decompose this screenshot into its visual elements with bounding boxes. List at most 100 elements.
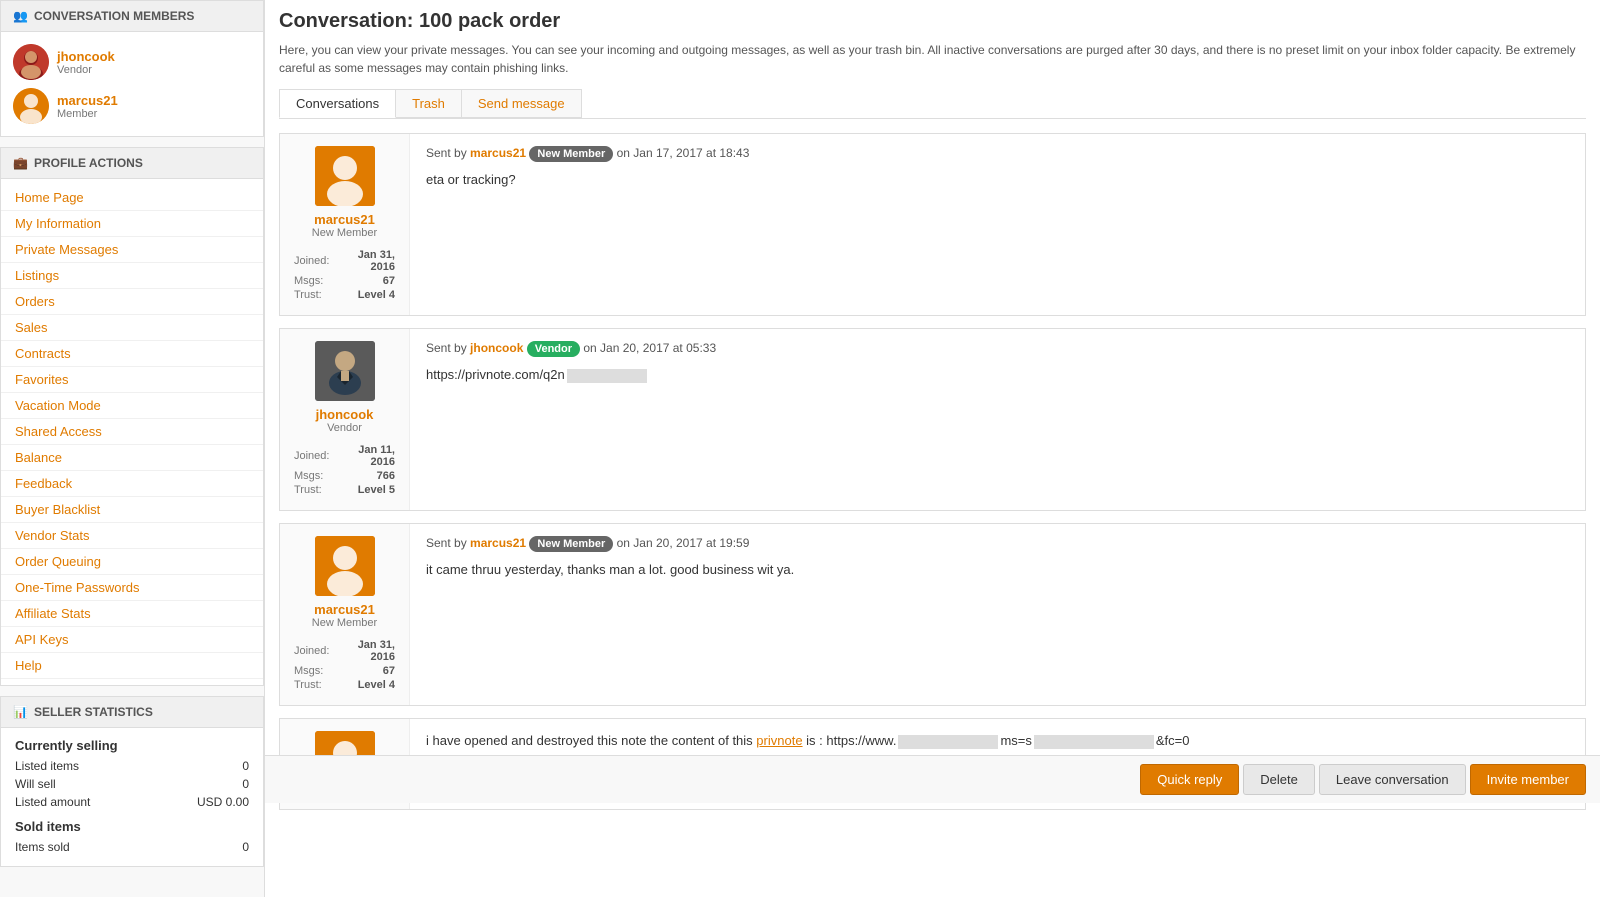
stats-listed-items-value: 0 [242, 759, 249, 773]
redacted-1 [567, 369, 647, 383]
message-header-3: Sent by marcus21 New Member on Jan 20, 2… [426, 536, 1569, 552]
conversation-members-section: 👥 CONVERSATION MEMBERS [0, 0, 264, 137]
member-info-jhoncook: jhoncook Vendor [57, 49, 115, 76]
member-item-jhoncook: jhoncook Vendor [13, 40, 251, 84]
message-text-3: it came thruu yesterday, thanks man a lo… [426, 560, 1569, 580]
delete-button[interactable]: Delete [1243, 764, 1315, 795]
sidebar-item-my-information[interactable]: My Information [1, 211, 263, 237]
member-name-marcus21: marcus21 [57, 93, 118, 108]
tabs: Conversations Trash Send message [279, 89, 1586, 119]
sidebar-item-vacation-mode[interactable]: Vacation Mode [1, 393, 263, 419]
message-header-1: Sent by marcus21 New Member on Jan 17, 2… [426, 146, 1569, 162]
message-body-2: Sent by jhoncook Vendor on Jan 20, 2017 … [410, 329, 1585, 510]
sidebar-item-private-messages[interactable]: Private Messages [1, 237, 263, 263]
msg-meta-3: Joined:Jan 31, 2016 Msgs:67 Trust:Level … [292, 637, 397, 693]
tab-conversations[interactable]: Conversations [279, 89, 396, 118]
badge-vendor-2: Vendor [527, 341, 580, 357]
stats-will-sell: Will sell 0 [15, 775, 249, 793]
sidebar: 👥 CONVERSATION MEMBERS [0, 0, 265, 897]
members-list: jhoncook Vendor marcus21 Member [1, 32, 263, 136]
sidebar-item-contracts[interactable]: Contracts [1, 341, 263, 367]
msg-avatar-marcus21-3 [315, 536, 375, 596]
stats-listed-amount-value: USD 0.00 [197, 795, 249, 809]
msg-role-jhoncook: Vendor [292, 422, 397, 434]
member-role-jhoncook: Vendor [57, 64, 115, 76]
msg-sender-link-1[interactable]: marcus21 [470, 146, 526, 160]
profile-actions-header: 💼 PROFILE ACTIONS [1, 148, 263, 179]
sidebar-item-listings[interactable]: Listings [1, 263, 263, 289]
privnote-link[interactable]: privnote [756, 733, 802, 748]
msg-username-marcus21-1: marcus21 [292, 212, 397, 227]
tab-trash[interactable]: Trash [395, 89, 462, 118]
seller-stats-content: Currently selling Listed items 0 Will se… [1, 728, 263, 866]
sidebar-item-home-page[interactable]: Home Page [1, 185, 263, 211]
message-header-2: Sent by jhoncook Vendor on Jan 20, 2017 … [426, 341, 1569, 357]
msg-meta-2: Joined:Jan 11, 2016 Msgs:766 Trust:Level… [292, 442, 397, 498]
message-text-2: https://privnote.com/q2n [426, 365, 1569, 385]
member-item-marcus21: marcus21 Member [13, 84, 251, 128]
sidebar-item-vendor-stats[interactable]: Vendor Stats [1, 523, 263, 549]
redacted-3 [1034, 735, 1154, 749]
message-card-2: jhoncook Vendor Joined:Jan 11, 2016 Msgs… [279, 328, 1586, 511]
sidebar-item-favorites[interactable]: Favorites [1, 367, 263, 393]
message-text-4: i have opened and destroyed this note th… [426, 731, 1569, 751]
message-card-1: marcus21 New Member Joined:Jan 31, 2016 … [279, 133, 1586, 316]
bottom-actions-bar: Quick reply Delete Leave conversation In… [265, 755, 1600, 803]
msg-avatar-jhoncook [315, 341, 375, 401]
member-name-jhoncook: jhoncook [57, 49, 115, 64]
msg-meta-1: Joined:Jan 31, 2016 Msgs:67 Trust:Level … [292, 247, 397, 303]
message-user-panel-2: jhoncook Vendor Joined:Jan 11, 2016 Msgs… [280, 329, 410, 510]
briefcase-icon: 💼 [13, 156, 28, 170]
sidebar-item-affiliate-stats[interactable]: Affiliate Stats [1, 601, 263, 627]
leave-conversation-button[interactable]: Leave conversation [1319, 764, 1466, 795]
message-body-1: Sent by marcus21 New Member on Jan 17, 2… [410, 134, 1585, 315]
message-card-3: marcus21 New Member Joined:Jan 31, 2016 … [279, 523, 1586, 706]
message-user-panel-3: marcus21 New Member Joined:Jan 31, 2016 … [280, 524, 410, 705]
member-role-marcus21: Member [57, 108, 118, 120]
stats-items-sold-value: 0 [242, 840, 249, 854]
stats-listed-amount: Listed amount USD 0.00 [15, 793, 249, 811]
member-info-marcus21: marcus21 Member [57, 93, 118, 120]
msg-username-marcus21-3: marcus21 [292, 602, 397, 617]
sidebar-item-sales[interactable]: Sales [1, 315, 263, 341]
stats-listed-items-label: Listed items [15, 759, 79, 773]
msg-role-marcus21-3: New Member [292, 617, 397, 629]
sidebar-item-shared-access[interactable]: Shared Access [1, 419, 263, 445]
sidebar-item-help[interactable]: Help [1, 653, 263, 679]
sidebar-item-balance[interactable]: Balance [1, 445, 263, 471]
stats-items-sold: Items sold 0 [15, 838, 249, 856]
seller-stats-section: 📊 SELLER STATISTICS Currently selling Li… [0, 696, 264, 867]
stats-items-sold-label: Items sold [15, 840, 70, 854]
stats-will-sell-label: Will sell [15, 777, 56, 791]
msg-username-jhoncook: jhoncook [292, 407, 397, 422]
tab-send-message[interactable]: Send message [461, 89, 582, 118]
badge-new-member-3: New Member [529, 536, 613, 552]
sidebar-item-api-keys[interactable]: API Keys [1, 627, 263, 653]
stats-listed-amount-label: Listed amount [15, 795, 90, 809]
page-description: Here, you can view your private messages… [279, 41, 1586, 77]
msg-sender-link-2[interactable]: jhoncook [470, 341, 523, 355]
seller-stats-header: 📊 SELLER STATISTICS [1, 697, 263, 728]
avatar-marcus21 [13, 88, 49, 124]
profile-actions-list: Home Page My Information Private Message… [1, 179, 263, 685]
chart-icon: 📊 [13, 705, 28, 719]
message-user-panel-1: marcus21 New Member Joined:Jan 31, 2016 … [280, 134, 410, 315]
currently-selling-label: Currently selling [15, 738, 249, 753]
sidebar-item-one-time-passwords[interactable]: One-Time Passwords [1, 575, 263, 601]
stats-listed-items: Listed items 0 [15, 757, 249, 775]
sidebar-item-orders[interactable]: Orders [1, 289, 263, 315]
sidebar-item-buyer-blacklist[interactable]: Buyer Blacklist [1, 497, 263, 523]
profile-actions-section: 💼 PROFILE ACTIONS Home Page My Informati… [0, 147, 264, 686]
msg-role-marcus21-1: New Member [292, 227, 397, 239]
invite-member-button[interactable]: Invite member [1470, 764, 1586, 795]
sidebar-item-order-queuing[interactable]: Order Queuing [1, 549, 263, 575]
redacted-2 [898, 735, 998, 749]
badge-new-member-1: New Member [529, 146, 613, 162]
sidebar-item-feedback[interactable]: Feedback [1, 471, 263, 497]
stats-will-sell-value: 0 [242, 777, 249, 791]
msg-sender-link-3[interactable]: marcus21 [470, 536, 526, 550]
quick-reply-button[interactable]: Quick reply [1140, 764, 1239, 795]
sold-items-title: Sold items [15, 819, 249, 834]
page-title: Conversation: 100 pack order [279, 10, 1586, 33]
avatar-jhoncook [13, 44, 49, 80]
